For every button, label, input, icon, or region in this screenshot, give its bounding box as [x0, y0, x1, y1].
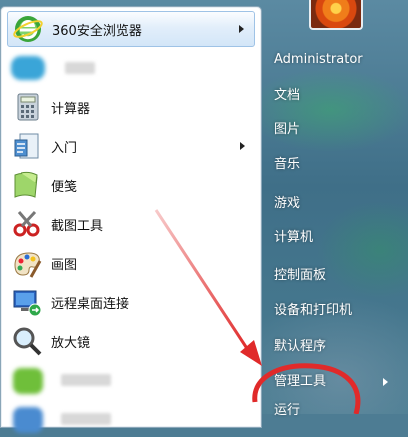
remote-desktop-icon	[11, 286, 43, 318]
right-item-default-programs[interactable]: 默认程序	[274, 335, 326, 359]
program-label: 入门	[51, 140, 78, 156]
right-item-label: 控制面板	[274, 268, 327, 283]
right-item-label: 运行	[274, 403, 301, 418]
right-item-admin-tools[interactable]: 管理工具	[274, 370, 400, 394]
right-item-label: 管理工具	[274, 374, 327, 389]
right-item-label: 计算机	[274, 230, 314, 245]
program-item-blurred[interactable]	[7, 50, 255, 86]
program-item-remote-desktop[interactable]: 远程桌面连接	[7, 284, 255, 320]
program-label: 远程桌面连接	[51, 296, 130, 312]
program-item-blurred-3[interactable]	[7, 401, 255, 437]
program-label: 画图	[51, 257, 78, 273]
blurred-label	[61, 413, 111, 425]
program-item-calculator[interactable]: 计算器	[7, 89, 255, 125]
right-item-computer[interactable]: 计算机	[274, 226, 313, 250]
right-item-label: 文档	[274, 88, 301, 103]
program-label: 便笺	[51, 179, 78, 195]
right-item-documents[interactable]: 文档	[274, 84, 300, 108]
program-item-snipping-tool[interactable]: 截图工具	[7, 206, 255, 242]
submenu-arrow-icon	[240, 142, 245, 150]
right-item-devices-printers[interactable]: 设备和打印机	[274, 299, 352, 323]
paint-icon	[11, 247, 43, 279]
program-label: 截图工具	[51, 218, 104, 234]
blurred-label	[61, 374, 111, 386]
program-item-paint[interactable]: 画图	[7, 245, 255, 281]
program-label: 放大镜	[51, 335, 91, 351]
right-item-pictures[interactable]: 图片	[274, 118, 300, 142]
blurred-app-icon	[11, 403, 43, 435]
program-item-blurred-2[interactable]	[7, 362, 255, 398]
right-item-control-panel[interactable]: 控制面板	[274, 264, 326, 288]
right-item-label: 图片	[274, 122, 301, 137]
program-item-magnifier[interactable]: 放大镜	[7, 323, 255, 359]
blurred-label	[65, 62, 95, 74]
right-item-games[interactable]: 游戏	[274, 192, 300, 216]
sticky-notes-icon	[11, 169, 43, 201]
program-label: 计算器	[51, 101, 91, 117]
programs-pane: 360安全浏览器 计算器 入门 便笺 截图工具 画图 远程桌面连接 放大镜	[0, 6, 262, 433]
submenu-arrow-icon	[383, 378, 388, 386]
program-item-sticky-notes[interactable]: 便笺	[7, 167, 255, 203]
submenu-arrow-icon	[239, 25, 244, 33]
right-item-administrator[interactable]: Administrator	[274, 48, 363, 72]
blurred-app-icon	[11, 364, 43, 396]
right-item-label: 默认程序	[274, 339, 327, 354]
blurred-app-icon	[11, 52, 45, 84]
program-label: 360安全浏览器	[52, 23, 142, 39]
right-item-label: 游戏	[274, 196, 301, 211]
right-item-label: Administrator	[274, 52, 363, 67]
browser-360-icon	[12, 13, 44, 45]
user-avatar[interactable]	[309, 0, 363, 30]
right-item-music[interactable]: 音乐	[274, 153, 300, 177]
program-item-getting-started[interactable]: 入门	[7, 128, 255, 164]
getting-started-icon	[11, 130, 43, 162]
snipping-tool-icon	[11, 208, 43, 240]
right-item-label: 设备和打印机	[274, 303, 353, 318]
right-item-run[interactable]: 运行	[274, 399, 300, 423]
right-item-label: 音乐	[274, 157, 301, 172]
magnifier-icon	[11, 325, 43, 357]
program-item-360-browser[interactable]: 360安全浏览器	[7, 11, 255, 47]
calculator-icon	[11, 91, 43, 123]
